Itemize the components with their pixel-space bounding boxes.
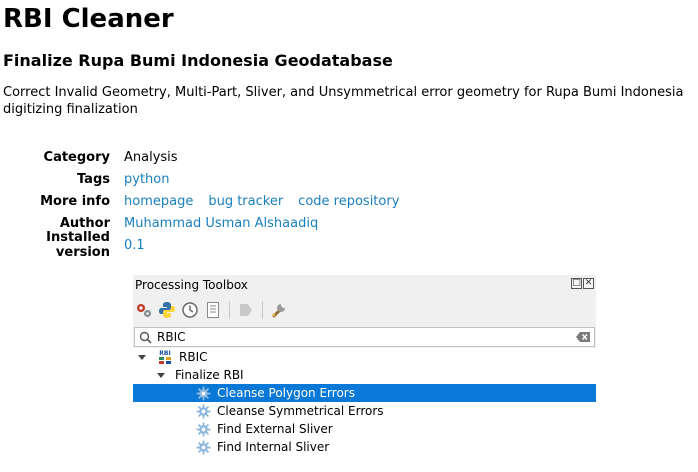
plugin-metadata: Category Analysis Tags python More info …	[0, 146, 399, 261]
toolbox-title: Processing Toolbox	[135, 278, 248, 292]
group-label: Finalize RBI	[175, 368, 244, 382]
category-row: Category Analysis	[0, 146, 399, 168]
tags-label: Tags	[76, 171, 110, 187]
tags-row: Tags python	[0, 168, 399, 190]
author-label: Author	[59, 215, 110, 231]
python-scripts-icon[interactable]	[158, 301, 176, 319]
float-panel-icon[interactable]: □	[571, 278, 582, 289]
algorithm-item-cleanse-symmetrical-errors[interactable]: Cleanse Symmetrical Errors	[133, 402, 596, 420]
algorithm-item-find-external-sliver[interactable]: Find External Sliver	[133, 420, 596, 438]
category-label: Category	[43, 149, 110, 165]
version-label: Installed version	[46, 230, 110, 260]
algorithm-item-cleanse-polygon-errors[interactable]: Cleanse Polygon Errors	[133, 384, 596, 402]
models-icon[interactable]	[135, 301, 153, 319]
algorithm-label: Find Internal Sliver	[217, 440, 330, 454]
author-link[interactable]: Muhammad Usman Alshaadiq	[124, 216, 318, 231]
algorithm-item-find-internal-sliver[interactable]: Find Internal Sliver	[133, 438, 596, 456]
options-wrench-icon[interactable]	[270, 301, 288, 319]
algorithm-gear-icon	[195, 403, 211, 419]
bug-tracker-link[interactable]: bug tracker	[208, 194, 283, 209]
homepage-link[interactable]: homepage	[124, 194, 193, 209]
category-value: Analysis	[124, 149, 178, 165]
search-icon	[135, 331, 155, 344]
toolbox-toolbar	[135, 299, 288, 321]
edit-features-in-place-icon[interactable]	[237, 301, 255, 319]
toolbar-separator	[262, 301, 263, 319]
close-panel-icon[interactable]: ✕	[583, 278, 594, 289]
results-viewer-icon[interactable]	[204, 301, 222, 319]
code-repository-link[interactable]: code repository	[298, 194, 399, 209]
plugin-tagline: Finalize Rupa Bumi Indonesia Geodatabase	[3, 51, 393, 70]
search-box	[134, 327, 595, 347]
algorithm-tree: RBI RBIC Finalize RBI Cleanse Polygon Er…	[133, 348, 596, 455]
more-info-row: More info homepage bug tracker code repo…	[0, 190, 399, 212]
tree-group-finalize-rbi[interactable]: Finalize RBI	[133, 366, 596, 384]
expand-caret-icon[interactable]	[156, 366, 166, 384]
tag-link-python[interactable]: python	[124, 172, 169, 187]
version-row: Installed version 0.1	[0, 230, 399, 260]
plugin-title: RBI Cleaner	[3, 4, 174, 34]
provider-label: RBIC	[179, 350, 208, 364]
rbi-provider-icon: RBI	[157, 349, 173, 365]
svg-text:RBI: RBI	[159, 350, 170, 357]
more-info-label: More info	[40, 193, 110, 209]
version-link[interactable]: 0.1	[124, 238, 145, 253]
algorithm-label: Find External Sliver	[217, 422, 333, 436]
clear-search-icon[interactable]	[572, 331, 594, 343]
algorithm-gear-icon	[195, 421, 211, 437]
tree-provider-rbic[interactable]: RBI RBIC	[133, 348, 596, 366]
plugin-description: Correct Invalid Geometry, Multi-Part, Sl…	[3, 85, 684, 117]
processing-toolbox-panel: Processing Toolbox □ ✕ RBIC RBI RBIC Fin…	[133, 275, 596, 455]
expand-caret-icon[interactable]	[137, 348, 147, 366]
algorithm-label: Cleanse Polygon Errors	[217, 386, 355, 400]
algorithm-gear-icon	[195, 385, 211, 401]
search-input[interactable]	[155, 330, 572, 344]
panel-window-buttons: □ ✕	[571, 278, 594, 289]
algorithm-label: Cleanse Symmetrical Errors	[217, 404, 384, 418]
history-icon[interactable]	[181, 301, 199, 319]
algorithm-gear-icon	[195, 439, 211, 455]
toolbar-separator	[229, 301, 230, 319]
